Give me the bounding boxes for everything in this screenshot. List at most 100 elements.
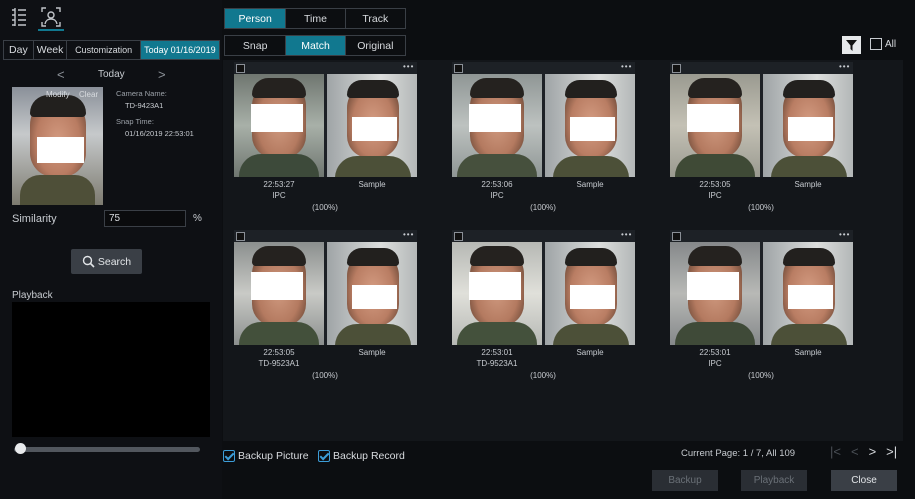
sub-tabs: Snap Match Original (224, 35, 406, 56)
card-checkbox[interactable] (672, 64, 681, 73)
tab-track[interactable]: Track (346, 9, 405, 28)
sample-image (545, 74, 635, 177)
face-redaction (570, 117, 615, 141)
card-more-icon[interactable]: ••• (621, 62, 632, 71)
card-score: (100%) (530, 203, 556, 212)
first-page-icon[interactable]: |< (830, 444, 841, 459)
card-more-icon[interactable]: ••• (839, 230, 850, 239)
backup-record-option[interactable]: Backup Record (318, 450, 405, 462)
clear-link[interactable]: Clear (79, 90, 98, 99)
similarity-input[interactable] (104, 210, 186, 227)
face-redaction (37, 137, 84, 163)
card-source: TD-9523A1 (476, 359, 518, 368)
playback-video[interactable] (12, 302, 210, 437)
result-card[interactable]: ••• 22:53:05 IPC Sample (100%) (670, 62, 853, 222)
tab-week[interactable]: Week (34, 41, 68, 59)
snap-image (234, 74, 324, 177)
card-sample-label: Sample (794, 180, 822, 189)
face-redaction (687, 272, 739, 300)
card-more-icon[interactable]: ••• (839, 62, 850, 71)
filter-button[interactable] (842, 36, 861, 54)
snap-time-value: 01/16/2019 22:53:01 (125, 129, 194, 138)
playback-slider-handle[interactable] (15, 443, 26, 454)
last-page-icon[interactable]: >| (886, 444, 897, 459)
card-source: TD-9523A1 (258, 359, 300, 368)
card-more-icon[interactable]: ••• (621, 230, 632, 239)
playback-slider[interactable] (14, 447, 200, 452)
tab-today[interactable]: Today 01/16/2019 (140, 41, 219, 59)
backup-picture-checkbox[interactable] (223, 450, 235, 462)
face-redaction (251, 104, 303, 132)
tab-customization[interactable]: Customization (67, 41, 141, 59)
card-checkbox[interactable] (236, 64, 245, 73)
close-button[interactable]: Close (831, 470, 897, 491)
face-redaction (251, 272, 303, 300)
card-source: IPC (490, 191, 504, 200)
playback-button[interactable]: Playback (741, 470, 807, 491)
result-card[interactable]: ••• 22:53:01 IPC Sample (100%) (670, 230, 853, 390)
card-time: 22:53:06 (481, 180, 513, 189)
similarity-label: Similarity (12, 213, 57, 225)
tab-person[interactable]: Person (225, 9, 287, 28)
face-redaction (788, 285, 833, 309)
playback-label: Playback (12, 290, 53, 301)
similarity-unit: % (193, 213, 202, 224)
face-redaction (352, 117, 397, 141)
card-time: 22:53:27 (263, 180, 295, 189)
backup-record-label: Backup Record (333, 450, 405, 462)
card-time: 22:53:01 (699, 348, 731, 357)
face-redaction (469, 272, 521, 300)
backup-record-checkbox[interactable] (318, 450, 330, 462)
select-all-checkbox[interactable] (870, 38, 882, 50)
next-page-icon[interactable]: > (869, 444, 877, 459)
snap-time-label: Snap Time: (116, 117, 154, 126)
prev-day-button[interactable]: < (57, 67, 65, 82)
card-more-icon[interactable]: ••• (403, 230, 414, 239)
tab-match[interactable]: Match (286, 36, 346, 55)
search-icon (82, 255, 95, 268)
modify-link[interactable]: Modify (46, 90, 70, 99)
backup-button[interactable]: Backup (652, 470, 718, 491)
face-redaction (570, 285, 615, 309)
backup-picture-option[interactable]: Backup Picture (223, 450, 309, 462)
prev-page-icon[interactable]: < (851, 444, 859, 459)
card-checkbox[interactable] (454, 64, 463, 73)
face-redaction (469, 104, 521, 132)
card-more-icon[interactable]: ••• (403, 62, 414, 71)
search-button[interactable]: Search (71, 249, 142, 274)
sample-image (327, 74, 417, 177)
result-card[interactable]: ••• 22:53:27 IPC Sample (100%) (234, 62, 417, 222)
sample-image (327, 242, 417, 345)
tab-snap[interactable]: Snap (225, 36, 287, 55)
card-sample-label: Sample (576, 348, 604, 357)
card-score: (100%) (748, 203, 774, 212)
page-info: Current Page: 1 / 7, All 109 (681, 448, 796, 459)
snap-image (234, 242, 324, 345)
card-sample-label: Sample (794, 348, 822, 357)
snap-image (452, 74, 542, 177)
main-tabs: Person Time Track (224, 8, 406, 29)
card-sample-label: Sample (358, 348, 386, 357)
result-card[interactable]: ••• 22:53:01 TD-9523A1 Sample (100%) (452, 230, 635, 390)
result-card[interactable]: ••• 22:53:05 TD-9523A1 Sample (100%) (234, 230, 417, 390)
result-card[interactable]: ••• 22:53:06 IPC Sample (100%) (452, 62, 635, 222)
next-day-button[interactable]: > (158, 67, 166, 82)
card-checkbox[interactable] (454, 232, 463, 241)
date-label: Today (98, 69, 125, 80)
card-checkbox[interactable] (672, 232, 681, 241)
card-checkbox[interactable] (236, 232, 245, 241)
card-score: (100%) (530, 371, 556, 380)
snap-image (670, 74, 760, 177)
select-all-label: All (885, 39, 897, 50)
camera-name-label: Camera Name: (116, 89, 167, 98)
sample-image (545, 242, 635, 345)
face-search-icon[interactable] (38, 5, 64, 31)
tab-day[interactable]: Day (4, 41, 34, 59)
list-view-icon[interactable] (9, 6, 29, 28)
card-score: (100%) (748, 371, 774, 380)
card-source: IPC (272, 191, 286, 200)
tab-time[interactable]: Time (286, 9, 346, 28)
tab-original[interactable]: Original (346, 36, 405, 55)
card-sample-label: Sample (576, 180, 604, 189)
search-button-label: Search (97, 255, 132, 268)
